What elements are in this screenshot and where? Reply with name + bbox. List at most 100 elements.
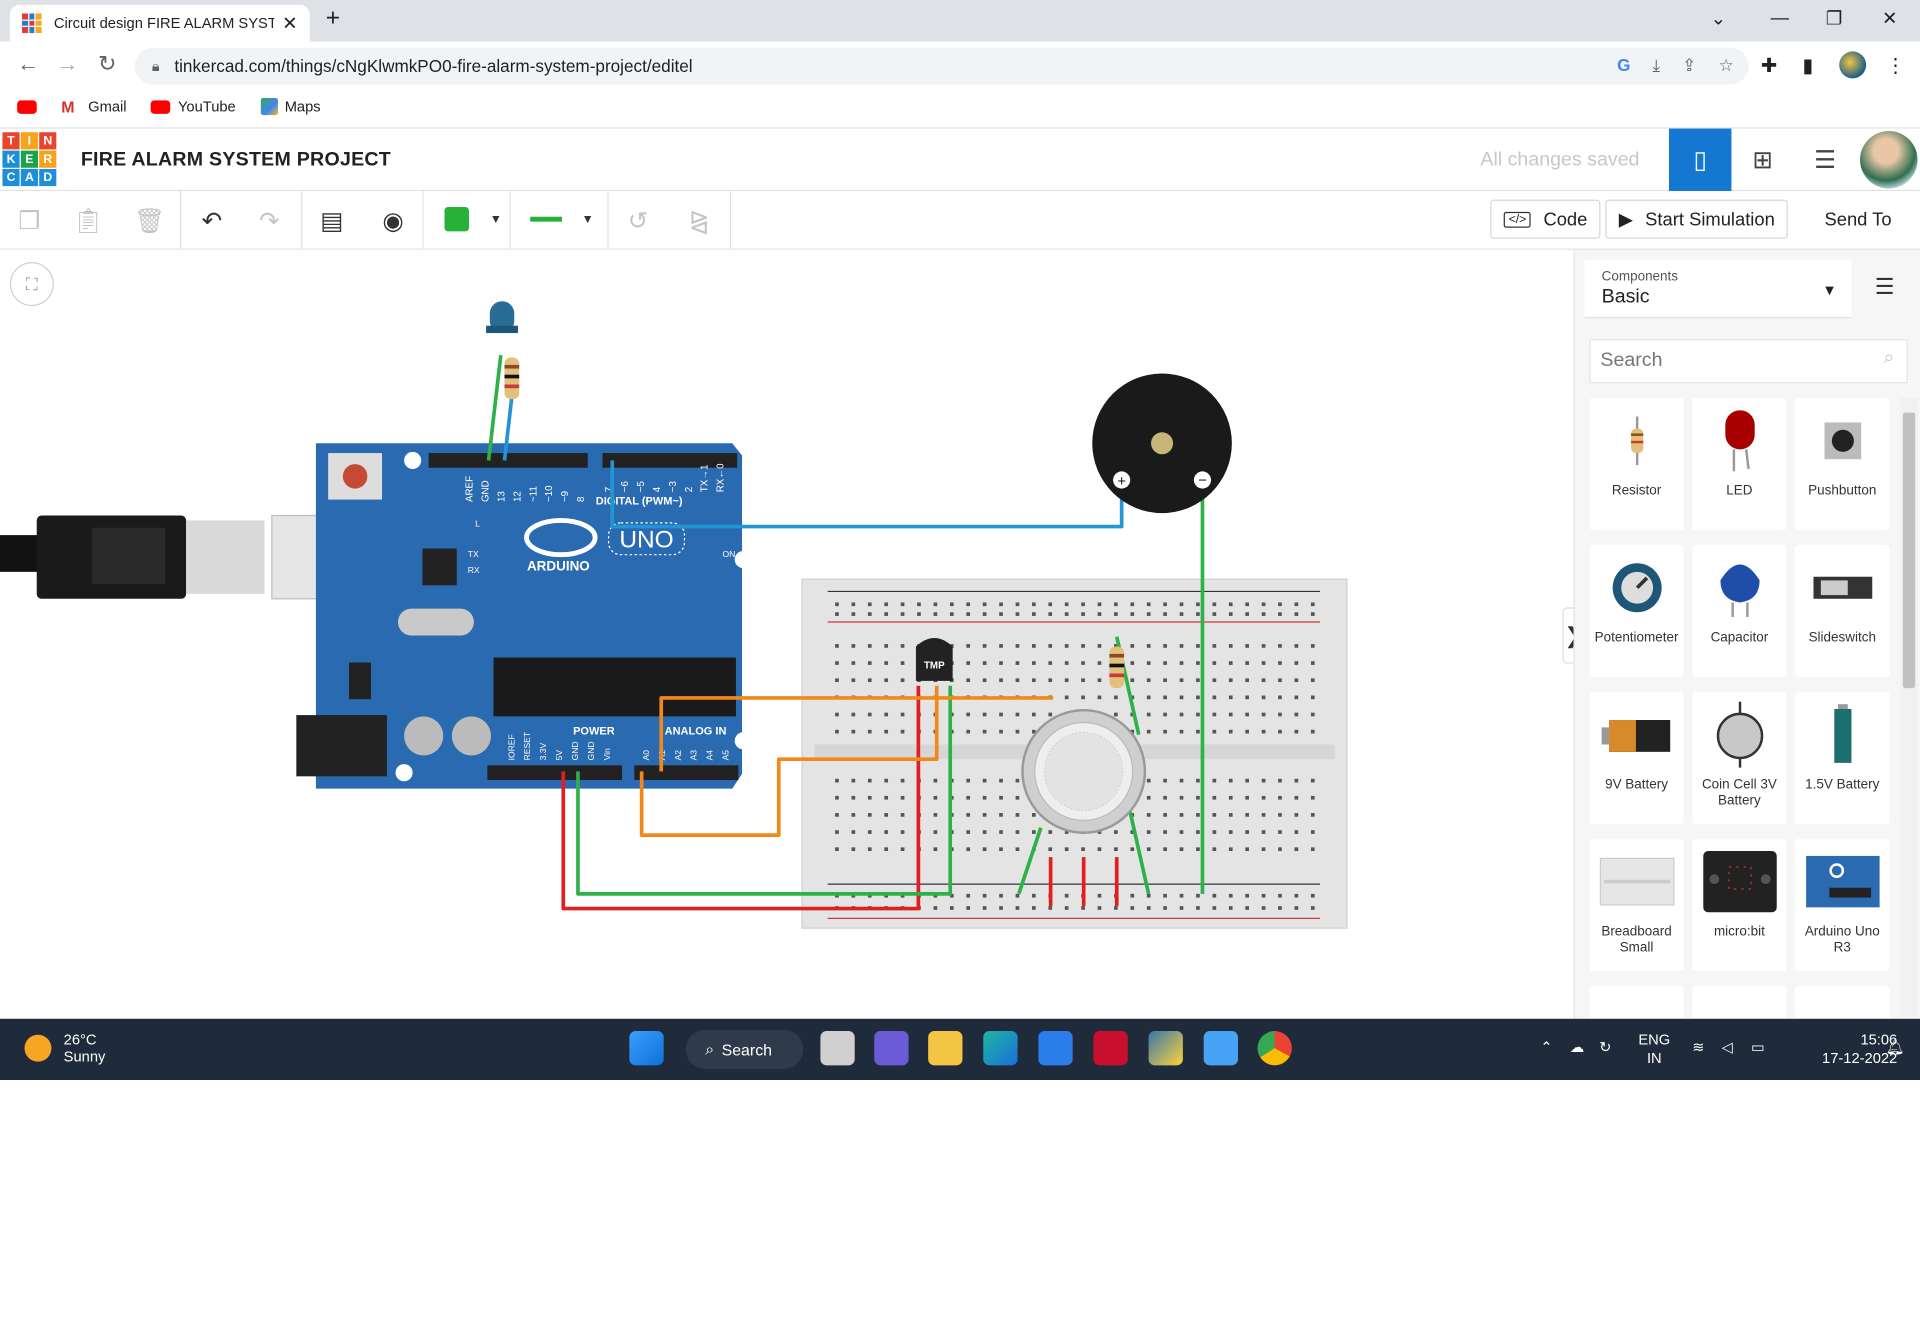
breadboard-hole[interactable] bbox=[835, 644, 839, 648]
breadboard-hole[interactable] bbox=[982, 847, 987, 852]
breadboard-hole[interactable] bbox=[1294, 661, 1299, 665]
breadboard-hole[interactable] bbox=[966, 612, 971, 616]
breadboard-hole[interactable] bbox=[1278, 906, 1282, 910]
breadboard-hole[interactable] bbox=[884, 602, 889, 607]
breadboard-hole[interactable] bbox=[1261, 893, 1266, 898]
breadboard-hole[interactable] bbox=[1130, 893, 1135, 898]
breadboard-hole[interactable] bbox=[1196, 729, 1200, 734]
breadboard-hole[interactable] bbox=[884, 644, 889, 648]
breadboard-hole[interactable] bbox=[900, 729, 905, 734]
breadboard-hole[interactable] bbox=[1130, 661, 1135, 665]
breadboard-hole[interactable] bbox=[1245, 644, 1249, 648]
breadboard-hole[interactable] bbox=[835, 729, 839, 734]
battery-icon[interactable]: ▭ bbox=[1751, 1038, 1765, 1056]
breadboard-hole[interactable] bbox=[900, 847, 905, 852]
breadboard-hole[interactable] bbox=[835, 661, 839, 665]
panel-scrollbar[interactable] bbox=[1900, 397, 1918, 1017]
breadboard-hole[interactable] bbox=[1212, 813, 1217, 817]
breadboard-hole[interactable] bbox=[1196, 602, 1200, 607]
breadboard-hole[interactable] bbox=[1015, 729, 1020, 734]
breadboard-hole[interactable] bbox=[1146, 644, 1151, 648]
breadboard-hole[interactable] bbox=[867, 847, 872, 852]
breadboard-hole[interactable] bbox=[1278, 729, 1282, 734]
breadboard-hole[interactable] bbox=[1163, 678, 1167, 683]
breadboard-hole[interactable] bbox=[1294, 712, 1299, 717]
delete-icon[interactable]: 🗑︎ bbox=[130, 201, 169, 240]
piezo-buzzer[interactable]: + − bbox=[1092, 373, 1232, 514]
arduino-uno-board[interactable]: UNO ARDUINO DIGITAL (PWM~) POWER ANALOG … bbox=[296, 443, 752, 789]
breadboard-hole[interactable] bbox=[1310, 661, 1315, 665]
breadboard-hole[interactable] bbox=[1245, 678, 1249, 683]
breadboard-hole[interactable] bbox=[1048, 661, 1053, 665]
breadboard-hole[interactable] bbox=[1032, 661, 1036, 665]
breadboard-hole[interactable] bbox=[1245, 893, 1249, 898]
address-bar[interactable]: 🔒︎ tinkercad.com/things/cNgKlwmkPO0-fire… bbox=[134, 47, 1749, 85]
breadboard-hole[interactable] bbox=[884, 678, 889, 683]
breadboard-hole[interactable] bbox=[1032, 612, 1036, 616]
breadboard-hole[interactable] bbox=[933, 906, 938, 910]
breadboard-hole[interactable] bbox=[1212, 906, 1217, 910]
breadboard-hole[interactable] bbox=[1048, 712, 1053, 717]
breadboard-hole[interactable] bbox=[1064, 644, 1069, 648]
circuit-canvas[interactable]: ⛶ UNO ARDUINO DIGITAL (PWM~) POWER ANALO… bbox=[0, 249, 1574, 1019]
breadboard-hole[interactable] bbox=[1310, 778, 1315, 783]
project-title[interactable]: FIRE ALARM SYSTEM PROJECT bbox=[81, 149, 391, 171]
component-tile-partial[interactable] bbox=[1589, 985, 1684, 1019]
breadboard-hole[interactable] bbox=[1146, 661, 1151, 665]
breadboard-hole[interactable] bbox=[1245, 712, 1249, 717]
breadboard-hole[interactable] bbox=[933, 830, 938, 834]
tab-close-icon[interactable]: ✕ bbox=[282, 12, 297, 34]
component-tile-9v-battery[interactable]: 9V Battery bbox=[1589, 691, 1684, 825]
breadboard-hole[interactable] bbox=[982, 729, 987, 734]
breadboard-hole[interactable] bbox=[982, 602, 987, 607]
breadboard-hole[interactable] bbox=[982, 778, 987, 783]
breadboard-hole[interactable] bbox=[1261, 602, 1266, 607]
breadboard-hole[interactable] bbox=[1163, 906, 1167, 910]
component-tile-slideswitch[interactable]: Slideswitch bbox=[1795, 544, 1890, 678]
breadboard-hole[interactable] bbox=[966, 712, 971, 717]
breadboard-hole[interactable] bbox=[884, 813, 889, 817]
breadboard-hole[interactable] bbox=[999, 795, 1003, 800]
breadboard-hole[interactable] bbox=[982, 795, 987, 800]
breadboard-hole[interactable] bbox=[900, 602, 905, 607]
breadboard-hole[interactable] bbox=[1278, 644, 1282, 648]
breadboard-hole[interactable] bbox=[1146, 830, 1151, 834]
breadboard-hole[interactable] bbox=[1048, 602, 1053, 607]
breadboard-hole[interactable] bbox=[1196, 893, 1200, 898]
edge-icon[interactable] bbox=[983, 1031, 1018, 1066]
breadboard-hole[interactable] bbox=[1081, 602, 1085, 607]
breadboard-hole[interactable] bbox=[1228, 661, 1233, 665]
breadboard-hole[interactable] bbox=[851, 612, 856, 616]
component-tile-breadboard-small[interactable]: Breadboard Small bbox=[1589, 838, 1684, 972]
breadboard-hole[interactable] bbox=[851, 602, 856, 607]
breadboard-hole[interactable] bbox=[982, 906, 987, 910]
breadboard-hole[interactable] bbox=[851, 795, 856, 800]
breadboard-hole[interactable] bbox=[1245, 612, 1249, 616]
breadboard-hole[interactable] bbox=[1261, 712, 1266, 717]
breadboard-hole[interactable] bbox=[1245, 602, 1249, 607]
breadboard-hole[interactable] bbox=[1212, 778, 1217, 783]
mcafee-icon[interactable] bbox=[1093, 1031, 1128, 1066]
breadboard-hole[interactable] bbox=[1081, 695, 1085, 700]
chevron-down-icon[interactable]: ▼ bbox=[490, 213, 502, 226]
breadboard-hole[interactable] bbox=[835, 678, 839, 683]
breadboard-hole[interactable] bbox=[1294, 729, 1299, 734]
breadboard-hole[interactable] bbox=[1310, 795, 1315, 800]
breadboard-hole[interactable] bbox=[1081, 644, 1085, 648]
breadboard-hole[interactable] bbox=[851, 644, 856, 648]
breadboard-hole[interactable] bbox=[1212, 847, 1217, 852]
breadboard-hole[interactable] bbox=[1032, 906, 1036, 910]
breadboard-hole[interactable] bbox=[1245, 795, 1249, 800]
resistor[interactable] bbox=[504, 357, 520, 400]
breadboard-hole[interactable] bbox=[1228, 778, 1233, 783]
breadboard-hole[interactable] bbox=[1163, 813, 1167, 817]
component-tile-microbit[interactable]: micro:bit bbox=[1692, 838, 1787, 972]
breadboard-hole[interactable] bbox=[949, 602, 954, 607]
breadboard-hole[interactable] bbox=[1261, 612, 1266, 616]
breadboard-hole[interactable] bbox=[1130, 678, 1135, 683]
breadboard-hole[interactable] bbox=[1146, 612, 1151, 616]
breadboard-hole[interactable] bbox=[1163, 847, 1167, 852]
breadboard-hole[interactable] bbox=[1015, 847, 1020, 852]
breadboard-hole[interactable] bbox=[1196, 644, 1200, 648]
breadboard-hole[interactable] bbox=[1294, 695, 1299, 700]
